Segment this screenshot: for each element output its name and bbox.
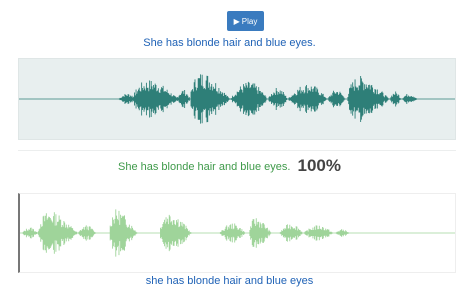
- reference-sentence: She has blonde hair and blue eyes.: [143, 37, 316, 49]
- waveform-trace: [22, 209, 349, 257]
- result-sentence: She has blonde hair and blue eyes.: [117, 161, 291, 173]
- user-recording-waveform[interactable]: [18, 193, 456, 273]
- play-button[interactable]: ▶ Play: [227, 11, 264, 31]
- play-icon: ▶: [233, 16, 240, 26]
- result-line: She has blonde hair and blue eyes. 100%: [0, 156, 459, 176]
- recognized-text: she has blonde hair and blue eyes: [145, 275, 314, 287]
- section-divider: [18, 150, 456, 151]
- reference-waveform-graphic: [19, 74, 455, 124]
- waveform-trace: [118, 74, 417, 124]
- user-waveform-graphic: [20, 209, 455, 257]
- reference-waveform[interactable]: [18, 58, 456, 140]
- play-label: Play: [241, 16, 258, 26]
- score-percent: 100%: [297, 156, 341, 175]
